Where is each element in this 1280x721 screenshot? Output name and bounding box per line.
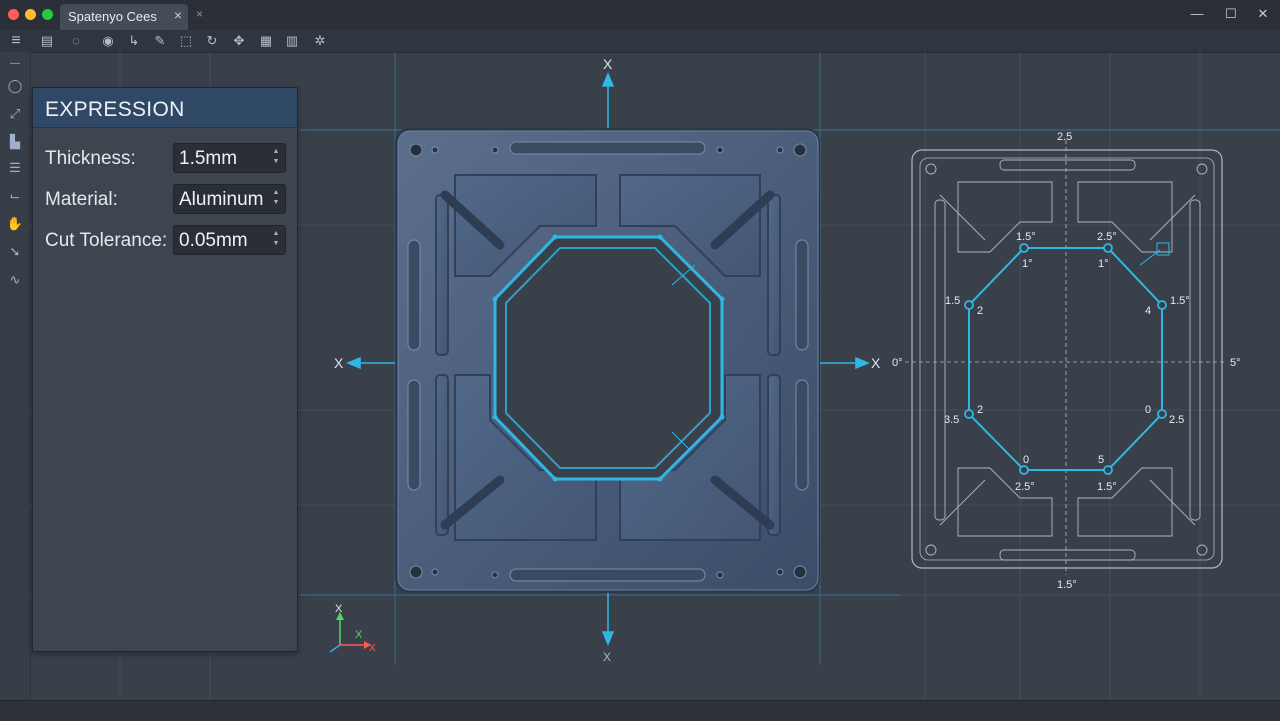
zoom-window-dot[interactable] xyxy=(42,9,53,20)
copy-icon[interactable]: ▙ xyxy=(5,132,25,152)
rotate-icon[interactable]: ↻ xyxy=(202,32,222,50)
dim-bottom: 1.5° xyxy=(1057,579,1077,591)
axis-label-bottom: X xyxy=(603,650,611,664)
dim-v-tl-out: 1.5° xyxy=(1016,231,1036,243)
dim-v-lt-in: 2 xyxy=(977,305,983,317)
dim-v-br-out: 1.5° xyxy=(1097,481,1117,493)
view-icon[interactable]: ◉ xyxy=(98,32,118,50)
maximize-button[interactable]: ☐ xyxy=(1220,6,1242,24)
tolerance-label: Cut Tolerance: xyxy=(45,230,168,251)
dim-v-rb-out: 2.5 xyxy=(1169,414,1184,426)
thickness-row: Thickness: 1.5mm ▲ ▼ xyxy=(45,143,289,173)
dim-v-bl-out: 2.5° xyxy=(1015,481,1035,493)
dim-v-br-in: 5 xyxy=(1098,454,1104,466)
axis-label-right: X xyxy=(871,355,881,371)
select-icon[interactable]: ➘ xyxy=(5,242,25,262)
document-tab[interactable]: Spatenyo Cees × xyxy=(60,4,188,30)
line-icon[interactable]: — xyxy=(5,54,25,74)
transform-icon[interactable]: ⬚ xyxy=(176,32,196,50)
dim-v-lb-out: 3.5 xyxy=(944,414,959,426)
move-icon[interactable]: ↳ xyxy=(124,32,144,50)
dim-left: 0° xyxy=(892,357,903,369)
axis-triad: X X X xyxy=(329,603,376,654)
expression-panel: EXPRESSION Thickness: 1.5mm ▲ ▼ Material:… xyxy=(32,87,298,652)
path-icon[interactable]: ∿ xyxy=(5,270,25,290)
dim-v-rt-out: 1.5° xyxy=(1170,295,1190,307)
close-window-dot[interactable] xyxy=(8,9,19,20)
dim-v-rb-in: 0 xyxy=(1145,404,1151,416)
triad-label-x: X xyxy=(369,643,376,654)
dropdown-icon[interactable]: ▲ ▼ xyxy=(271,188,281,208)
material-select[interactable]: Aluminum ▲ ▼ xyxy=(173,184,286,214)
dim-v-rt-in: 4 xyxy=(1145,305,1151,317)
thickness-field[interactable]: 1.5mm ▲ ▼ xyxy=(173,143,286,173)
hand-icon[interactable]: ✋ xyxy=(5,214,25,234)
thickness-label: Thickness: xyxy=(45,148,136,169)
table-icon[interactable]: ▦ xyxy=(256,32,276,50)
panel-title: EXPRESSION xyxy=(45,98,185,121)
dim-top: 2.5 xyxy=(1057,131,1072,143)
title-bar: Spatenyo Cees × × — ☐ ✕ xyxy=(0,0,1280,30)
material-value: Aluminum xyxy=(179,189,264,210)
status-bar xyxy=(0,700,1280,721)
toolbar: ≡ ▤ ◌ ◉ ↳ ✎ ⬚ ↻ ✥ ▦ ▥ ✲ xyxy=(0,30,1280,53)
new-tab-icon[interactable]: × xyxy=(196,7,203,21)
layers-icon[interactable]: ▤ xyxy=(37,32,57,50)
minimize-button[interactable]: — xyxy=(1186,6,1208,24)
tolerance-value: 0.05mm xyxy=(179,230,248,251)
triad-label-y: X xyxy=(335,603,343,615)
tab-title: Spatenyo Cees xyxy=(68,9,157,24)
stepper-icon[interactable]: ▲ ▼ xyxy=(271,229,281,249)
material-label: Material: xyxy=(45,189,118,210)
minimize-window-dot[interactable] xyxy=(25,9,36,20)
orbit-icon[interactable]: ◌ xyxy=(66,32,86,50)
dim-v-tr-in: 1° xyxy=(1098,258,1109,270)
constraint-icon[interactable]: ⌙ xyxy=(5,186,25,206)
panel-header: EXPRESSION xyxy=(33,88,297,128)
tab-close-icon[interactable]: × xyxy=(174,7,182,23)
thickness-value: 1.5mm xyxy=(179,148,238,169)
tolerance-row: Cut Tolerance: 0.05mm ▲ ▼ xyxy=(45,225,289,255)
circle-icon[interactable]: ◯ xyxy=(5,76,25,96)
menu-icon[interactable]: ≡ xyxy=(6,32,26,50)
settings-icon[interactable]: ✲ xyxy=(310,32,330,50)
axis-label-top: X xyxy=(603,56,613,72)
align-icon[interactable]: ☰ xyxy=(5,158,25,178)
tolerance-field[interactable]: 0.05mm ▲ ▼ xyxy=(173,225,286,255)
material-row: Material: Aluminum ▲ ▼ xyxy=(45,184,289,214)
tool-rail: — ◯ ⤢ ▙ ☰ ⌙ ✋ ➘ ∿ xyxy=(0,52,31,700)
technical-drawing[interactable]: 2.5 1.5° 0° 5° 1.5° 1° 2.5° 1° 1.5° 4 2.… xyxy=(892,131,1241,591)
plate-part[interactable] xyxy=(395,128,820,593)
dimension-icon[interactable]: ⤢ xyxy=(5,104,25,124)
stepper-icon[interactable]: ▲ ▼ xyxy=(271,147,281,167)
axis-label-left: X xyxy=(334,355,344,371)
dim-v-tr-out: 2.5° xyxy=(1097,231,1117,243)
dim-right: 5° xyxy=(1230,357,1241,369)
triad-label-z: X xyxy=(355,629,363,641)
dim-v-lb-in: 2 xyxy=(977,404,983,416)
dim-v-bl-in: 0 xyxy=(1023,454,1029,466)
close-button[interactable]: ✕ xyxy=(1252,6,1274,24)
dim-v-tl-in: 1° xyxy=(1022,258,1033,270)
chart-icon[interactable]: ▥ xyxy=(282,32,302,50)
dim-v-lt-out: 1.5 xyxy=(945,295,960,307)
edit-icon[interactable]: ✎ xyxy=(150,32,170,50)
brush-icon[interactable]: ✥ xyxy=(229,32,249,50)
